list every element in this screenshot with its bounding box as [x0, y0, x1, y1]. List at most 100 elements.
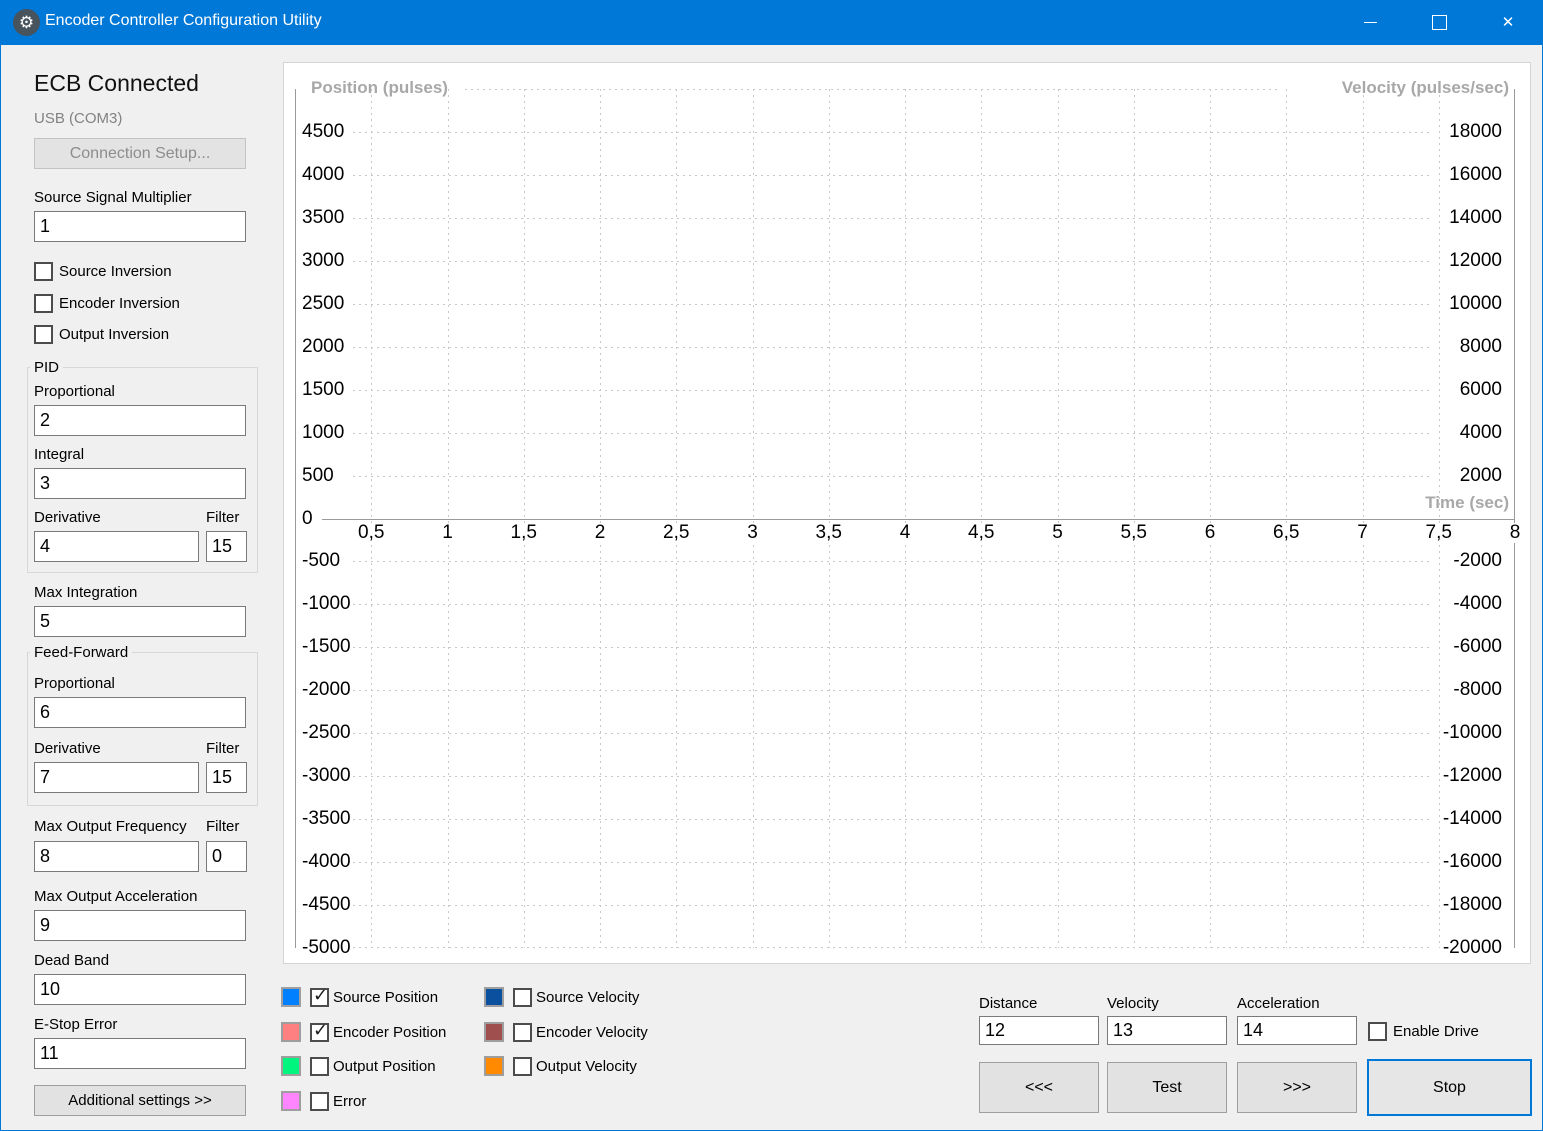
- gridline-horizontal: [353, 347, 1433, 348]
- max-output-frequency-input[interactable]: [34, 841, 199, 872]
- x-tick-label: 1: [439, 523, 456, 543]
- right-y-tick-label: -4000: [1453, 593, 1502, 615]
- legend-item: Output Velocity: [484, 1056, 637, 1076]
- minimize-button[interactable]: [1339, 0, 1401, 45]
- connection-status-heading: ECB Connected: [34, 70, 199, 96]
- checkbox-box[interactable]: [34, 261, 53, 281]
- gridline-horizontal: [353, 647, 1433, 648]
- connection-info: USB (COM3): [34, 110, 123, 127]
- pid-integral-input[interactable]: [34, 468, 246, 499]
- output-inversion-checkbox[interactable]: Output Inversion: [34, 324, 169, 344]
- zero-axis-line: [322, 519, 1515, 520]
- left-y-tick-label: -5000: [302, 937, 351, 958]
- gridline-horizontal: [353, 690, 1433, 691]
- right-y-tick-label: 8000: [1459, 335, 1502, 357]
- series-color-swatch: [281, 987, 301, 1007]
- window-title: Encoder Controller Configuration Utility: [45, 12, 322, 29]
- checkbox-box[interactable]: [34, 324, 53, 344]
- close-button[interactable]: ✕: [1477, 0, 1539, 45]
- ff-filter-label: Filter: [206, 740, 240, 757]
- distance-input[interactable]: [979, 1016, 1099, 1045]
- pid-derivative-input[interactable]: [34, 531, 199, 562]
- checkbox-label: Enable Drive: [1393, 1022, 1479, 1040]
- legend-item: ✓ Encoder Position: [281, 1020, 446, 1042]
- x-tick-label: 3,5: [812, 523, 845, 543]
- dead-band-input[interactable]: [34, 974, 246, 1005]
- right-y-tick-label: 6000: [1459, 378, 1502, 400]
- title-bar: ⚙ Encoder Controller Configuration Utili…: [1, 0, 1542, 45]
- left-axis-title: Position (pulses): [311, 78, 448, 97]
- right-y-tick-label: 10000: [1449, 292, 1502, 314]
- left-y-tick-label: 4500: [302, 120, 345, 142]
- series-visibility-checkbox[interactable]: [513, 987, 532, 1007]
- source-signal-multiplier-input[interactable]: [34, 211, 246, 242]
- left-y-tick-label: -3500: [302, 808, 351, 830]
- left-y-tick-label: -4500: [302, 894, 351, 916]
- enable-drive-checkbox[interactable]: Enable Drive: [1368, 1021, 1479, 1041]
- jog-forward-button[interactable]: >>>: [1237, 1062, 1357, 1113]
- gridline-horizontal: [353, 905, 1433, 906]
- x-tick-label: 2: [591, 523, 609, 543]
- checkbox-box[interactable]: [1368, 1021, 1387, 1041]
- e-stop-error-input[interactable]: [34, 1038, 246, 1069]
- series-color-swatch: [484, 1022, 504, 1042]
- e-stop-error-label: E-Stop Error: [34, 1016, 118, 1033]
- encoder-inversion-checkbox[interactable]: Encoder Inversion: [34, 293, 180, 313]
- x-tick-label: 5: [1049, 523, 1066, 543]
- mof-filter-input[interactable]: [206, 841, 247, 872]
- plot-area: Position (pulses) Velocity (pulses/sec) …: [295, 78, 1524, 958]
- ff-proportional-label: Proportional: [34, 675, 115, 692]
- gridline-horizontal: [353, 175, 1433, 176]
- pid-proportional-input[interactable]: [34, 405, 246, 436]
- pid-filter-input[interactable]: [206, 531, 247, 562]
- x-tick-label: 2,5: [660, 523, 693, 543]
- series-visibility-checkbox[interactable]: [310, 1091, 329, 1111]
- gridline-horizontal: [353, 776, 1433, 777]
- ff-derivative-input[interactable]: [34, 762, 199, 793]
- legend-item: Error: [281, 1091, 366, 1111]
- ff-filter-input[interactable]: [206, 762, 247, 793]
- connection-setup-button[interactable]: Connection Setup...: [34, 138, 246, 169]
- ff-proportional-input[interactable]: [34, 697, 246, 728]
- checkbox-box[interactable]: [34, 293, 53, 313]
- test-button[interactable]: Test: [1107, 1062, 1227, 1113]
- source-inversion-checkbox[interactable]: Source Inversion: [34, 261, 172, 281]
- feed-forward-group-title: Feed-Forward: [30, 644, 133, 661]
- velocity-label: Velocity: [1107, 995, 1159, 1012]
- maximize-button[interactable]: [1408, 0, 1470, 45]
- pid-group-title: PID: [30, 359, 64, 376]
- stop-button[interactable]: Stop: [1367, 1059, 1532, 1116]
- pid-proportional-label: Proportional: [34, 383, 115, 400]
- series-visibility-checkbox[interactable]: ✓: [310, 1020, 329, 1042]
- gridline-horizontal: [353, 561, 1433, 562]
- series-visibility-checkbox[interactable]: ✓: [310, 985, 329, 1007]
- x-tick-label: 4: [896, 523, 914, 543]
- series-visibility-checkbox[interactable]: [310, 1056, 329, 1076]
- gridline-horizontal: [353, 604, 1433, 605]
- left-y-tick-label: -1000: [302, 593, 351, 615]
- velocity-input[interactable]: [1107, 1016, 1227, 1045]
- jog-reverse-button[interactable]: <<<: [979, 1062, 1099, 1113]
- app-window: ⚙ Encoder Controller Configuration Utili…: [0, 0, 1543, 1131]
- legend-label: Encoder Velocity: [536, 1023, 648, 1041]
- series-visibility-checkbox[interactable]: [513, 1022, 532, 1042]
- distance-label: Distance: [979, 995, 1038, 1012]
- max-output-acceleration-input[interactable]: [34, 910, 246, 941]
- max-integration-input[interactable]: [34, 606, 246, 637]
- left-y-tick-label: 3000: [302, 249, 345, 271]
- series-visibility-checkbox[interactable]: [513, 1056, 532, 1076]
- right-y-tick-label: -6000: [1453, 636, 1502, 658]
- gridline-horizontal: [353, 304, 1433, 305]
- x-tick-label: 8: [1506, 523, 1524, 543]
- legend-item: ✓ Source Position: [281, 985, 438, 1007]
- legend-label: Output Position: [333, 1057, 436, 1075]
- left-y-tick-label: -1500: [302, 636, 351, 658]
- gear-icon: ⚙: [13, 9, 40, 36]
- checkbox-label: Source Inversion: [59, 262, 172, 280]
- additional-settings-button[interactable]: Additional settings >>: [34, 1085, 246, 1116]
- pid-derivative-label: Derivative: [34, 509, 101, 526]
- acceleration-input[interactable]: [1237, 1016, 1357, 1045]
- left-y-tick-label: 2000: [302, 335, 345, 357]
- ff-derivative-label: Derivative: [34, 740, 101, 757]
- x-tick-label: 7,5: [1422, 523, 1455, 543]
